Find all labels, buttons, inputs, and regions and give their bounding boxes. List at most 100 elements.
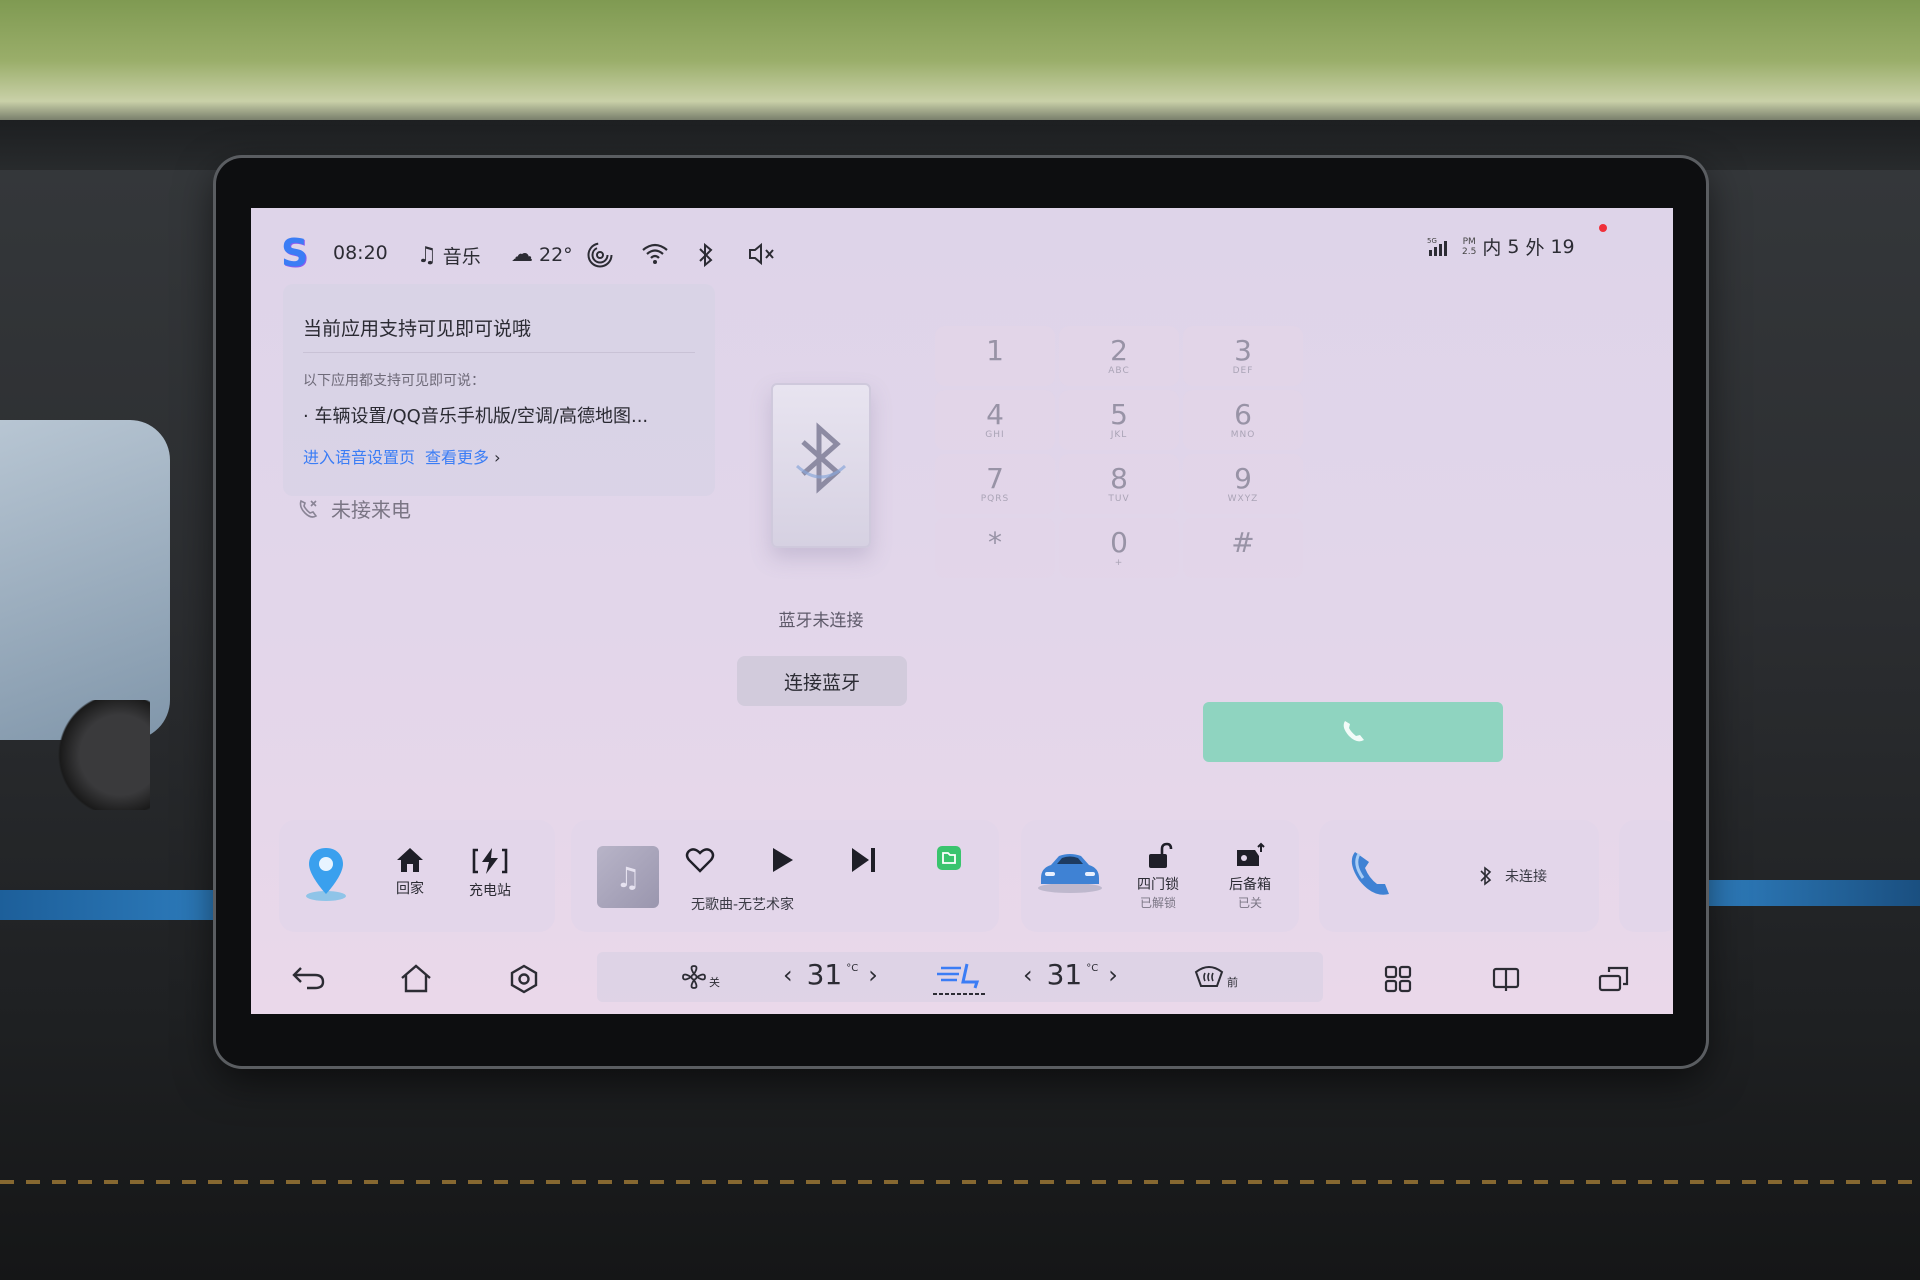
trunk-control[interactable]: 后备箱 已关 [1221,842,1279,911]
next-track-button[interactable] [849,846,879,878]
missed-calls-tab[interactable]: 未接来电 [297,494,411,523]
dial-key-0[interactable]: 0 + [1059,518,1179,578]
dial-key-number: 6 [1234,398,1252,431]
front-defrost-button[interactable]: 前 [1193,964,1238,990]
phone-card: 未连接 [1319,820,1599,932]
dial-key-9[interactable]: 9 WXYZ [1183,454,1303,514]
more-card-peek[interactable] [1619,820,1673,932]
left-temp-increase[interactable]: › [868,961,878,989]
door-lock-status: 已解锁 [1139,896,1176,910]
trunk-icon [1237,842,1265,866]
home-button[interactable] [399,964,433,1001]
skip-next-icon [852,848,875,872]
voice-assistant-icon[interactable]: S [281,234,308,272]
map-pin-icon[interactable] [301,844,351,906]
right-temp-decrease[interactable]: ‹ [1023,961,1033,989]
right-temp-value: 31 [1046,958,1083,991]
dial-key-letters: MNO [1230,430,1256,440]
dial-key-number: 8 [1110,462,1128,495]
screen-rotate-button[interactable] [1597,964,1631,1001]
voice-settings-link[interactable]: 进入语音设置页 [303,444,415,468]
voice-tip-subtitle: 以下应用都支持可见即可说： [303,373,485,389]
charging-station-shortcut[interactable]: 充电站 [463,846,517,900]
back-icon [292,967,325,990]
grid-icon [1384,965,1412,993]
right-temp-increase[interactable]: › [1108,961,1118,989]
defrost-icon [1194,966,1224,987]
dial-key-5[interactable]: 5 JKL [1059,390,1179,450]
dial-key-number: 9 [1234,462,1252,495]
wifi-icon[interactable] [641,242,669,266]
dial-key-letters: ABC [1108,366,1130,376]
right-temp-display: 31 °C [1046,958,1099,991]
cloud-icon: ☁ [511,242,533,267]
pm25-inside-label: 内 [1482,237,1502,259]
dial-key-star[interactable]: * [935,518,1055,578]
dial-key-1[interactable]: 1 [935,326,1055,386]
dial-key-7[interactable]: 7 PQRS [935,454,1055,514]
voice-tip-popover: 当前应用支持可见即可说哦 以下应用都支持可见即可说： · 车辆设置/QQ音乐手机… [283,284,715,496]
split-screen-button[interactable] [1491,964,1521,1001]
bluetooth-status-icon[interactable] [697,242,715,268]
voice-tip-app-list: · 车辆设置/QQ音乐手机版/空调/高德地图... [303,406,649,427]
settings-hex-icon [510,964,538,994]
back-button[interactable] [291,964,327,999]
dial-key-6[interactable]: 6 MNO [1183,390,1303,450]
pm25-outside-label: 外 [1525,237,1545,259]
missed-calls-label: 未接来电 [331,498,411,522]
play-icon [773,848,793,872]
call-button[interactable] [1203,702,1503,762]
dial-key-number: 5 [1110,398,1128,431]
dial-key-2[interactable]: 2 ABC [1059,326,1179,386]
dial-key-3[interactable]: 3 DEF [1183,326,1303,386]
dial-key-number: * [988,526,1002,559]
connect-bluetooth-button[interactable]: 连接蓝牙 [737,656,907,706]
music-shortcut[interactable]: ♫ 音乐 [417,242,481,269]
play-button[interactable] [769,846,795,878]
album-art-placeholder[interactable]: ♫ [597,846,659,908]
fan-status: 关 [709,976,720,989]
trunk-status: 已关 [1237,896,1262,910]
fan-control[interactable]: 关 [681,964,720,990]
vehicle-card: 四门锁 已解锁 后备箱 已关 [1021,820,1299,932]
charging-station-label: 充电站 [469,883,511,899]
dial-key-8[interactable]: 8 TUV [1059,454,1179,514]
ambient-light-left [0,890,240,920]
favorite-button[interactable] [685,846,715,878]
ambient-light-right [1700,880,1920,906]
see-more-link[interactable]: 查看更多 › [425,444,501,468]
dial-key-4[interactable]: 4 GHI [935,390,1055,450]
apps-button[interactable] [1383,964,1413,1001]
go-home-label: 回家 [396,881,424,897]
settings-button[interactable] [509,964,539,1001]
voice-tip-divider [303,352,695,353]
rotate-screen-icon [1598,966,1629,992]
dial-key-number: 1 [986,334,1004,367]
see-more-label: 查看更多 [425,448,490,467]
split-screen-icon [1492,967,1520,991]
go-home-shortcut[interactable]: 回家 [389,846,431,898]
right-temp-control: ‹ 31 °C › [1023,958,1118,991]
hotspot-icon[interactable] [587,242,613,268]
left-temp-decrease[interactable]: ‹ [783,961,793,989]
pm25-outside-value: 19 [1550,235,1575,258]
phone-handset-icon[interactable] [1343,846,1399,906]
mute-icon[interactable] [747,242,777,266]
right-temp-unit: °C [1086,963,1099,974]
music-note-icon: ♫ [615,860,641,894]
seat-airflow-button[interactable] [931,960,987,1002]
music-note-icon: ♫ [417,243,437,268]
weather-temperature: 22° [539,243,573,266]
dial-key-number: 0 [1110,526,1128,559]
signal-strength: 5G [1427,236,1451,258]
door-lock-control[interactable]: 四门锁 已解锁 [1129,842,1187,911]
car-icon[interactable] [1035,848,1105,898]
dial-key-hash[interactable]: # [1183,518,1303,578]
status-time: 08:20 [333,242,388,264]
dashboard-stitching [0,1180,1920,1184]
phone-connection-status: 未连接 [1479,866,1547,886]
music-app-button[interactable] [935,844,963,876]
left-temp-control: ‹ 31 °C › [783,958,878,991]
weather-status[interactable]: ☁ 22° [511,242,573,267]
dial-key-number: 7 [986,462,1004,495]
